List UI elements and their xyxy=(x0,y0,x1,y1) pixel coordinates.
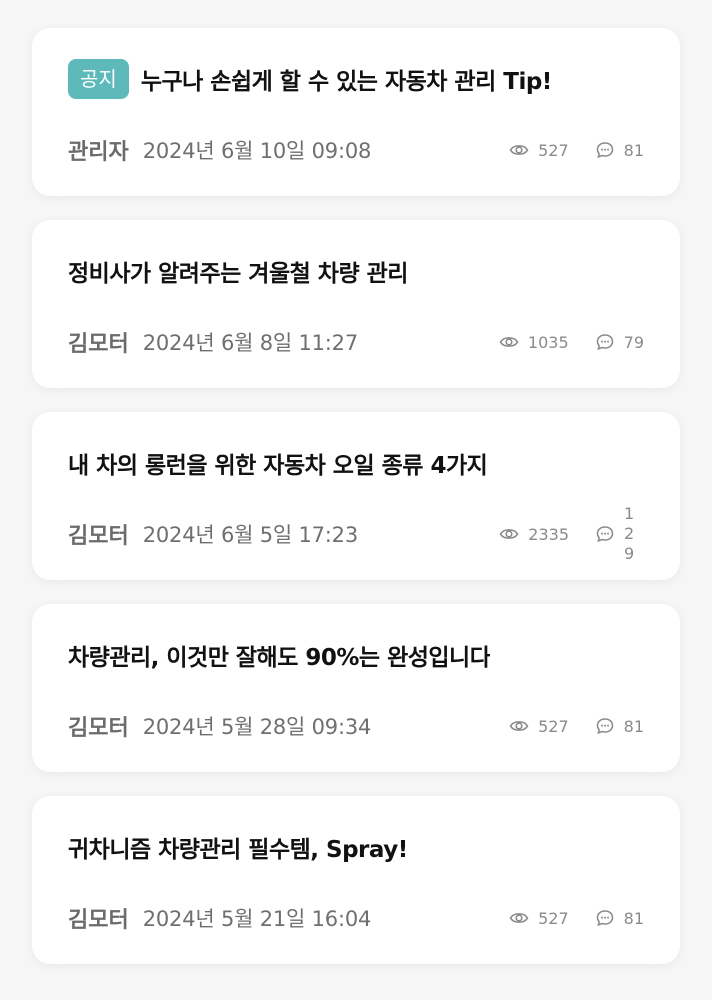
view-count-value: 2335 xyxy=(528,524,569,544)
comment-bubble-icon xyxy=(595,140,615,160)
post-title-row: 귀차니즘 차량관리 필수템, Spray! xyxy=(68,826,650,868)
post-title[interactable]: 차량관리, 이것만 잘해도 90%는 완성입니다 xyxy=(68,638,490,672)
comment-bubble-icon xyxy=(595,908,615,928)
post-list: 공지 누구나 손쉽게 할 수 있는 자동차 관리 Tip! 관리자 2024년 … xyxy=(32,28,680,988)
comment-count: 79 xyxy=(595,332,644,352)
comment-count: 81 xyxy=(595,908,644,928)
post-title-row: 내 차의 롱런을 위한 자동차 오일 종류 4가지 xyxy=(68,442,650,484)
post-author: 김모터 xyxy=(68,908,129,933)
post-stats: 2335 129 xyxy=(499,504,644,564)
comment-count-value: 129 xyxy=(624,504,635,563)
comment-count-value: 81 xyxy=(623,908,644,928)
post-date: 2024년 6월 10일 09:08 xyxy=(142,139,372,163)
post-title-row: 차량관리, 이것만 잘해도 90%는 완성입니다 xyxy=(68,634,650,676)
post-card[interactable]: 내 차의 롱런을 위한 자동차 오일 종류 4가지 김모터 2024년 6월 5… xyxy=(32,412,680,580)
post-date: 2024년 6월 5일 17:23 xyxy=(142,523,359,547)
post-stats: 1035 79 xyxy=(499,332,644,352)
view-count: 2335 xyxy=(499,524,569,544)
view-count: 527 xyxy=(509,908,569,928)
post-author: 김모터 xyxy=(68,524,129,549)
comment-count-value: 81 xyxy=(623,716,644,736)
post-title-row: 정비사가 알려주는 겨울철 차량 관리 xyxy=(68,250,650,292)
view-count-value: 527 xyxy=(538,716,569,736)
post-card[interactable]: 귀차니즘 차량관리 필수템, Spray! 김모터 2024년 5월 21일 1… xyxy=(32,796,680,964)
post-author: 김모터 xyxy=(68,716,129,741)
post-stats: 527 81 xyxy=(509,140,644,160)
post-stats: 527 81 xyxy=(509,716,644,736)
post-card[interactable]: 정비사가 알려주는 겨울철 차량 관리 김모터 2024년 6월 8일 11:2… xyxy=(32,220,680,388)
post-title[interactable]: 정비사가 알려주는 겨울철 차량 관리 xyxy=(68,254,408,288)
post-card[interactable]: 공지 누구나 손쉽게 할 수 있는 자동차 관리 Tip! 관리자 2024년 … xyxy=(32,28,680,196)
post-date: 2024년 6월 8일 11:27 xyxy=(142,331,359,355)
comment-count: 81 xyxy=(595,140,644,160)
post-meta: 김모터 2024년 6월 8일 11:27 1035 79 xyxy=(68,322,644,362)
post-meta: 김모터 2024년 5월 28일 09:34 527 81 xyxy=(68,706,644,746)
post-title[interactable]: 내 차의 롱런을 위한 자동차 오일 종류 4가지 xyxy=(68,446,487,480)
eye-icon xyxy=(499,332,519,352)
comment-count: 129 xyxy=(595,504,644,564)
post-card[interactable]: 차량관리, 이것만 잘해도 90%는 완성입니다 김모터 2024년 5월 28… xyxy=(32,604,680,772)
comment-count: 81 xyxy=(595,716,644,736)
post-stats: 527 81 xyxy=(509,908,644,928)
view-count-value: 527 xyxy=(538,140,569,160)
post-title-row: 공지 누구나 손쉽게 할 수 있는 자동차 관리 Tip! xyxy=(68,58,650,100)
view-count-value: 1035 xyxy=(527,332,569,352)
post-meta: 관리자 2024년 6월 10일 09:08 527 81 xyxy=(68,130,644,170)
view-count: 527 xyxy=(509,716,569,736)
comment-bubble-icon xyxy=(595,332,615,352)
post-title[interactable]: 누구나 손쉽게 할 수 있는 자동차 관리 Tip! xyxy=(141,62,552,96)
view-count: 1035 xyxy=(499,332,569,352)
post-author: 김모터 xyxy=(68,332,129,357)
post-date: 2024년 5월 21일 16:04 xyxy=(142,907,372,931)
view-count: 527 xyxy=(509,140,569,160)
eye-icon xyxy=(509,908,529,928)
comment-count-value: 79 xyxy=(623,332,644,352)
eye-icon xyxy=(509,716,529,736)
post-date: 2024년 5월 28일 09:34 xyxy=(142,715,372,739)
comment-bubble-icon xyxy=(595,716,615,736)
eye-icon xyxy=(509,140,529,160)
comment-bubble-icon xyxy=(595,524,615,544)
notice-badge: 공지 xyxy=(68,59,129,99)
eye-icon xyxy=(499,524,519,544)
comment-count-value: 81 xyxy=(623,140,644,160)
post-meta: 김모터 2024년 5월 21일 16:04 527 81 xyxy=(68,898,644,938)
view-count-value: 527 xyxy=(538,908,569,928)
post-author: 관리자 xyxy=(68,140,129,165)
post-title[interactable]: 귀차니즘 차량관리 필수템, Spray! xyxy=(68,830,408,864)
post-meta: 김모터 2024년 6월 5일 17:23 2335 129 xyxy=(68,504,644,563)
